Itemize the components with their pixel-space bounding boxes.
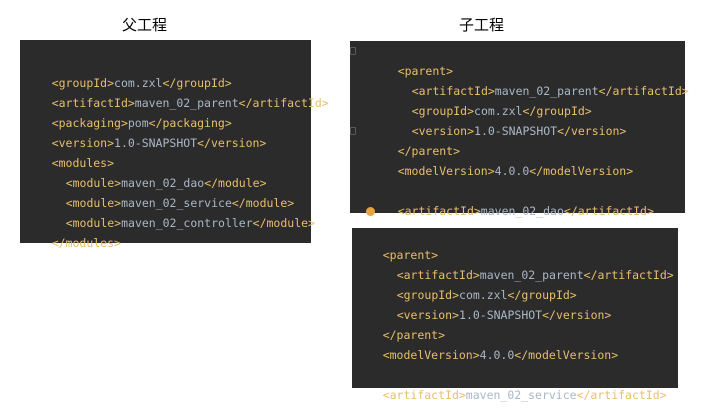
code-line: <modules> [51, 156, 115, 170]
fold-marker-icon[interactable] [350, 127, 356, 135]
code-line: </modules> [51, 236, 121, 250]
code-line: </parent> [397, 144, 461, 158]
code-line: <modelVersion>4.0.0</modelVersion> [397, 164, 634, 178]
code-line: <module>maven_02_controller</module> [65, 216, 315, 230]
code-line: <artifactId>maven_02_dao</artifactId> [397, 204, 654, 218]
code-line: <version>1.0-SNAPSHOT</version> [51, 136, 267, 150]
code-line: <packaging>pom</packaging> [51, 116, 232, 130]
code-line: <artifactId>maven_02_parent</artifactId> [396, 268, 674, 282]
code-line: <artifactId>maven_02_parent</artifactId> [411, 84, 689, 98]
code-line: <parent> [382, 248, 439, 262]
code-line: <artifactId>maven_02_parent</artifactId> [51, 96, 329, 110]
fold-marker-icon[interactable] [350, 47, 356, 55]
child-dao-pom-editor[interactable]: <parent> <artifactId>maven_02_parent</ar… [350, 41, 689, 218]
code-line: <modelVersion>4.0.0</modelVersion> [382, 348, 619, 362]
code-line: <parent> [397, 64, 454, 78]
code-line: <module>maven_02_dao</module> [65, 176, 267, 190]
code-line: <artifactId>maven_02_service</artifactId… [382, 388, 667, 402]
code-line: <module>maven_02_service</module> [65, 196, 295, 210]
code-line: <groupId>com.zxl</groupId> [411, 104, 592, 118]
code-line: <version>1.0-SNAPSHOT</version> [396, 308, 612, 322]
code-line: </parent> [382, 328, 446, 342]
child-project-heading: 子工程 [459, 16, 505, 34]
parent-project-heading: 父工程 [122, 16, 168, 34]
intention-bulb-icon[interactable] [366, 207, 375, 216]
code-line: <groupId>com.zxl</groupId> [51, 76, 232, 90]
code-line: <version>1.0-SNAPSHOT</version> [411, 124, 627, 138]
parent-pom-editor[interactable]: <groupId>com.zxl</groupId> <artifactId>m… [20, 40, 329, 250]
code-line: <groupId>com.zxl</groupId> [396, 288, 577, 302]
child-service-pom-editor[interactable]: <parent> <artifactId>maven_02_parent</ar… [352, 228, 678, 402]
